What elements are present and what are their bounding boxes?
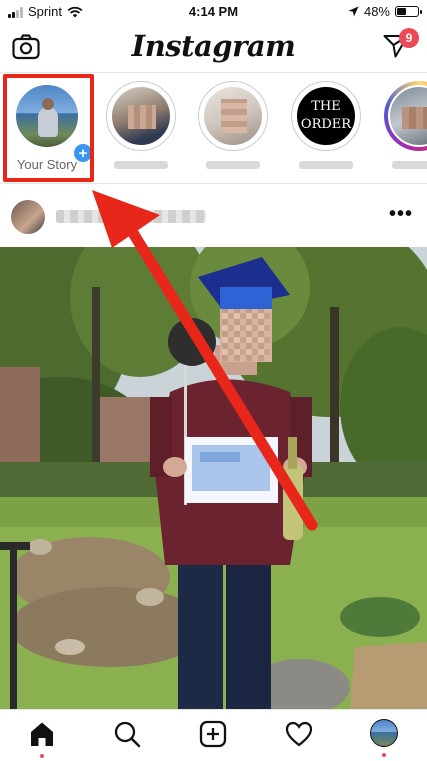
direct-badge: 9 [399, 28, 419, 48]
location-arrow-icon [348, 6, 359, 17]
photo-scene [0, 247, 427, 709]
story-ring: THE ORDER [291, 81, 361, 151]
story-avatar-the-order: THE ORDER [295, 85, 357, 147]
story-ring [106, 81, 176, 151]
home-icon [31, 722, 53, 746]
your-story-highlight-box [3, 74, 94, 182]
story-item[interactable] [102, 81, 180, 173]
story-avatar [388, 85, 427, 147]
search-icon [114, 721, 141, 748]
post-author-avatar[interactable] [11, 200, 45, 234]
story-username-blurred [114, 161, 168, 169]
profile-avatar [370, 719, 398, 747]
story-avatar [202, 85, 264, 147]
nav-activity[interactable] [285, 720, 313, 753]
more-dots-icon[interactable]: ••• [389, 203, 413, 226]
home-active-dot [40, 754, 44, 758]
status-right: 48% [348, 4, 422, 19]
story-username-blurred [299, 161, 353, 169]
post-photo[interactable] [0, 247, 427, 709]
story-item[interactable] [380, 81, 427, 173]
post-author-name-blurred[interactable] [56, 210, 206, 223]
direct-messages-button[interactable]: 9 [383, 28, 419, 63]
heart-icon [285, 721, 313, 747]
nav-profile[interactable] [370, 719, 398, 757]
profile-dot [382, 753, 386, 757]
instagram-logo: Instagram [131, 29, 296, 63]
nav-home[interactable] [28, 720, 56, 758]
story-username-blurred [206, 161, 260, 169]
story-avatar-text: THE ORDER [300, 99, 352, 132]
nav-add-post[interactable] [199, 720, 227, 753]
story-item[interactable] [194, 81, 272, 173]
nav-search[interactable] [113, 720, 141, 753]
story-avatar [110, 85, 172, 147]
battery-percent: 48% [363, 4, 390, 19]
battery-icon [395, 6, 422, 17]
bottom-nav [0, 709, 427, 761]
app-header: Instagram 9 [0, 24, 427, 73]
story-username-blurred [392, 161, 427, 169]
add-post-icon [199, 720, 227, 748]
story-ring-unseen [384, 81, 427, 151]
post-header: ••• [0, 185, 427, 247]
status-bar: Sprint 4:14 PM 48% [0, 0, 427, 24]
story-ring [198, 81, 268, 151]
story-item[interactable]: THE ORDER [287, 81, 365, 173]
